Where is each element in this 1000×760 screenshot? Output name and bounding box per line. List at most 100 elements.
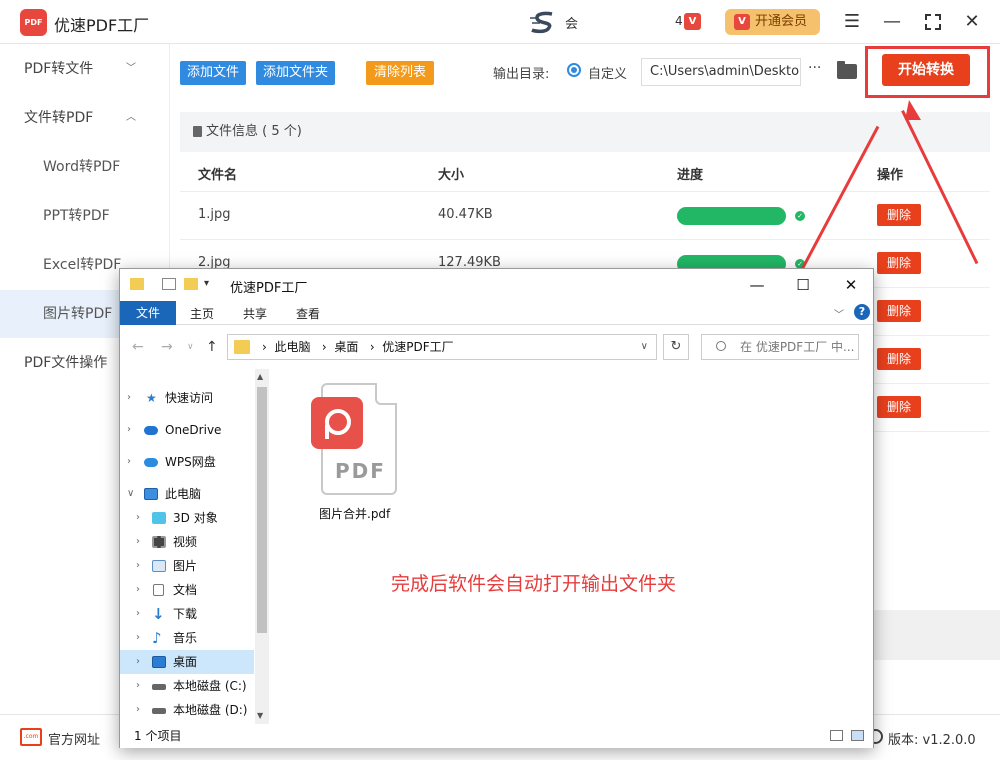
delete-button[interactable]: 删除	[877, 252, 921, 274]
column-progress: 进度	[677, 168, 704, 183]
close-icon[interactable]: ✕	[836, 273, 866, 297]
delete-button[interactable]: 删除	[877, 396, 921, 418]
nav-item-3d-objects[interactable]: › 3D 对象	[120, 506, 254, 530]
breadcrumb-desktop[interactable]: 桌面	[334, 340, 358, 354]
nav-item-this-pc[interactable]: ∨ 此电脑	[120, 482, 254, 506]
nav-label: OneDrive	[165, 423, 222, 437]
sidebar-item-file-to-pdf[interactable]: 文件转PDF ︿	[0, 94, 170, 142]
delete-button[interactable]: 删除	[877, 300, 921, 322]
add-file-button[interactable]: 添加文件	[180, 61, 247, 85]
close-icon[interactable]: ✕	[961, 11, 983, 33]
nav-label: 桌面	[173, 655, 198, 669]
expand-icon[interactable]: ›	[136, 578, 140, 602]
nav-item-quick-access[interactable]: › ★ 快速访问	[120, 386, 254, 410]
explorer-status-bar: 1 个项目	[120, 724, 873, 748]
pdf-file-item[interactable]: PDF	[311, 383, 397, 499]
nav-item-drive-c[interactable]: › 本地磁盘 (C:)	[120, 674, 254, 698]
nav-item-onedrive[interactable]: › OneDrive	[120, 418, 254, 442]
scrollbar-thumb[interactable]	[257, 387, 267, 633]
website-icon[interactable]: .com	[20, 728, 42, 746]
pdf-file-type: PDF	[335, 459, 386, 483]
expand-icon[interactable]: ›	[127, 418, 131, 442]
notification-icon[interactable]: V	[684, 13, 701, 30]
forward-icon[interactable]: →	[161, 339, 173, 355]
minimize-icon[interactable]: —	[742, 273, 772, 297]
page-corner	[375, 383, 397, 405]
computer-icon	[144, 488, 158, 500]
service-label[interactable]: 会	[565, 13, 578, 32]
tab-home[interactable]: 主页	[190, 305, 214, 322]
address-bar[interactable]: › 此电脑 › 桌面 › 优速PDF工厂 ∨	[227, 334, 657, 360]
tab-file[interactable]: 文件	[120, 301, 176, 325]
details-view-icon[interactable]	[830, 730, 843, 741]
expand-icon[interactable]: ›	[136, 554, 140, 578]
up-icon[interactable]: ↑	[206, 339, 218, 355]
column-name: 文件名	[198, 168, 238, 183]
breadcrumb-separator: ›	[362, 340, 383, 354]
properties-icon[interactable]	[162, 278, 176, 290]
arrow-head-icon	[905, 100, 921, 120]
recent-dropdown-icon[interactable]: ∨	[187, 342, 194, 352]
refresh-icon[interactable]: ↻	[663, 334, 689, 360]
custom-radio-label[interactable]: 自定义	[588, 63, 627, 82]
tab-view[interactable]: 查看	[296, 305, 320, 322]
chevron-up-icon: ︿	[126, 112, 136, 123]
nav-label: 视频	[173, 535, 198, 549]
nav-item-desktop[interactable]: › 桌面	[120, 650, 254, 674]
expand-icon[interactable]: ›	[136, 698, 140, 722]
notification-count[interactable]: 4	[675, 14, 683, 28]
ribbon-expand-icon[interactable]: ﹀	[834, 306, 844, 321]
tab-share[interactable]: 共享	[243, 305, 267, 322]
nav-item-wps[interactable]: › WPS网盘	[120, 450, 254, 474]
sidebar-item-pdf-to-file[interactable]: PDF转文件 ﹀	[0, 45, 170, 93]
service-logo-icon[interactable]	[528, 10, 558, 34]
back-icon[interactable]: ←	[132, 339, 144, 355]
website-link[interactable]: 官方网址	[48, 729, 100, 748]
nav-item-pictures[interactable]: › 图片	[120, 554, 254, 578]
fullscreen-icon[interactable]	[922, 11, 944, 33]
nav-label: 此电脑	[165, 487, 202, 501]
pdf-file-name[interactable]: 图片合并.pdf	[319, 505, 390, 522]
expand-icon[interactable]: ›	[136, 602, 140, 626]
expand-icon[interactable]: ›	[136, 650, 140, 674]
sidebar-item-word-to-pdf[interactable]: Word转PDF	[0, 143, 170, 191]
nav-item-downloads[interactable]: › ↓ 下载	[120, 602, 254, 626]
nav-scrollbar[interactable]: ▲ ▼	[255, 369, 269, 724]
vip-button[interactable]: V 开通会员	[725, 9, 820, 35]
sidebar-item-ppt-to-pdf[interactable]: PPT转PDF	[0, 192, 170, 240]
nav-item-drive-d[interactable]: › 本地磁盘 (D:)	[120, 698, 254, 722]
maximize-icon[interactable]: ☐	[788, 273, 818, 297]
breadcrumb-folder[interactable]: 优速PDF工厂	[382, 340, 453, 354]
nav-item-documents[interactable]: › 文档	[120, 578, 254, 602]
folder-icon[interactable]	[837, 61, 857, 79]
dropdown-icon[interactable]: ▾	[204, 278, 214, 290]
nav-item-videos[interactable]: › 视频	[120, 530, 254, 554]
expand-icon[interactable]: ›	[136, 626, 140, 650]
minimize-icon[interactable]: —	[881, 11, 903, 33]
delete-button[interactable]: 删除	[877, 204, 921, 226]
custom-radio[interactable]	[567, 63, 581, 77]
table-header: 文件名 大小 进度 操作	[180, 152, 990, 192]
delete-button[interactable]: 删除	[877, 348, 921, 370]
nav-label: WPS网盘	[165, 455, 216, 469]
clear-list-button[interactable]: 清除列表	[366, 61, 435, 85]
menu-icon[interactable]: ☰	[841, 11, 863, 33]
collapse-icon[interactable]: ∨	[127, 482, 134, 506]
add-folder-button[interactable]: 添加文件夹	[256, 61, 336, 85]
more-options-button[interactable]: ···	[808, 60, 821, 76]
help-icon[interactable]: ?	[854, 304, 870, 320]
output-path-field[interactable]: C:\Users\admin\Desktop	[641, 58, 801, 86]
expand-icon[interactable]: ›	[136, 674, 140, 698]
expand-icon[interactable]: ›	[127, 386, 131, 410]
breadcrumb-this-pc[interactable]: 此电脑	[274, 340, 310, 354]
scroll-down-icon[interactable]: ▼	[257, 711, 263, 720]
large-icons-view-icon[interactable]	[851, 730, 864, 741]
expand-icon[interactable]: ›	[127, 450, 131, 474]
scroll-up-icon[interactable]: ▲	[257, 372, 263, 381]
nav-item-music[interactable]: › ♪ 音乐	[120, 626, 254, 650]
expand-icon[interactable]: ›	[136, 506, 140, 530]
new-folder-icon[interactable]	[184, 278, 198, 290]
expand-icon[interactable]: ›	[136, 530, 140, 554]
address-dropdown-icon[interactable]: ∨	[641, 335, 648, 359]
search-input[interactable]: 在 优速PDF工厂 中...	[701, 334, 859, 360]
